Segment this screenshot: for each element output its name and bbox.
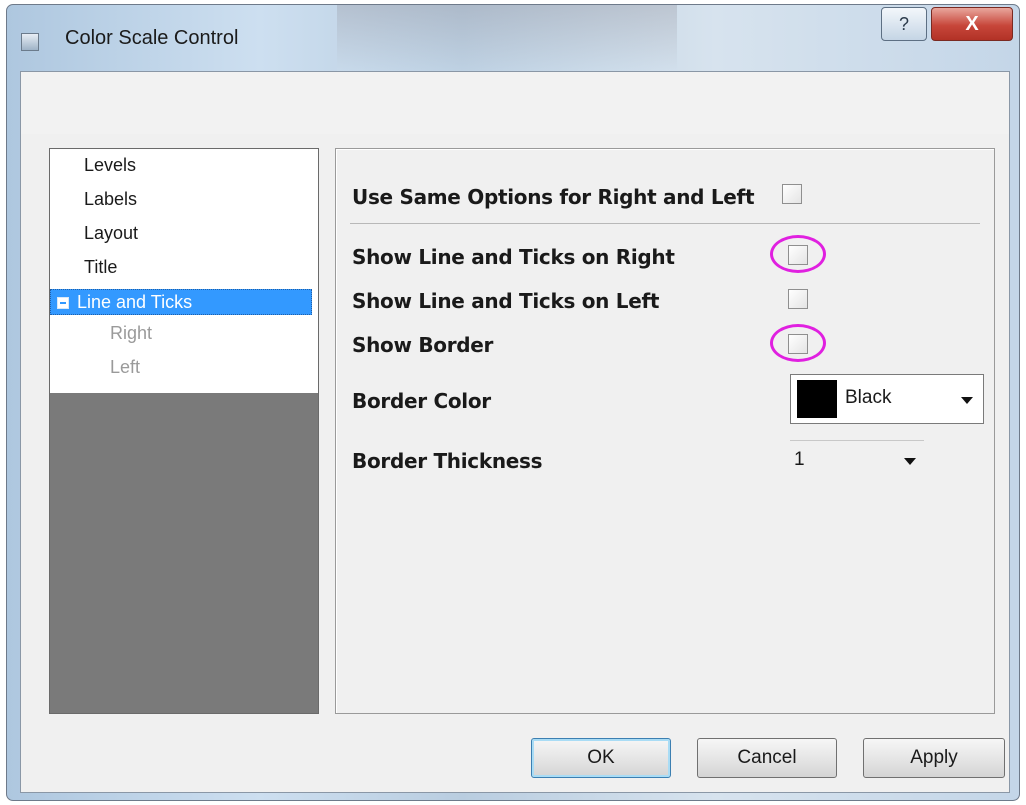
- border-color-dropdown[interactable]: Black: [790, 374, 984, 424]
- border-thickness-dropdown[interactable]: 1: [790, 440, 924, 482]
- color-scale-control-window: Color Scale Control ? X Levels Labels La…: [6, 4, 1020, 801]
- ok-button[interactable]: OK: [531, 738, 671, 778]
- border-color-label: Border Color: [352, 389, 491, 413]
- title-bar-background: [337, 5, 677, 71]
- apply-button[interactable]: Apply: [863, 738, 1005, 778]
- same-options-label: Use Same Options for Right and Left: [352, 185, 755, 209]
- dialog-client-area: Levels Labels Layout Title Line and Tick…: [20, 71, 1010, 793]
- tree-item-label: Line and Ticks: [77, 292, 193, 312]
- close-button[interactable]: X: [931, 7, 1013, 41]
- window-title: Color Scale Control: [65, 27, 239, 49]
- show-right-label: Show Line and Ticks on Right: [352, 245, 675, 269]
- tree-item-labels[interactable]: Labels: [84, 189, 137, 210]
- tree-item-line-and-ticks[interactable]: Line and Ticks: [50, 289, 312, 315]
- cancel-button[interactable]: Cancel: [697, 738, 837, 778]
- tree-item-right[interactable]: Right: [110, 323, 152, 344]
- color-swatch: [797, 380, 837, 418]
- show-border-label: Show Border: [352, 333, 494, 357]
- show-left-checkbox[interactable]: [788, 289, 808, 309]
- border-color-value: Black: [845, 387, 892, 408]
- tree-item-levels[interactable]: Levels: [84, 155, 136, 176]
- minus-box-icon[interactable]: [57, 297, 69, 309]
- help-button[interactable]: ?: [881, 7, 927, 41]
- triangle-down-icon[interactable]: [904, 458, 916, 465]
- border-thickness-label: Border Thickness: [352, 449, 543, 473]
- tree-list: Levels Labels Layout Title Line and Tick…: [50, 149, 318, 393]
- top-band: [21, 72, 1009, 134]
- options-panel: Use Same Options for Right and Left Show…: [335, 148, 995, 714]
- show-left-label: Show Line and Ticks on Left: [352, 289, 660, 313]
- border-thickness-value: 1: [794, 449, 805, 470]
- highlight-ring-annotation: [770, 235, 826, 273]
- tree-item-title[interactable]: Title: [84, 257, 117, 278]
- same-options-checkbox[interactable]: [782, 184, 802, 204]
- window-icon: [21, 33, 39, 51]
- tree-item-layout[interactable]: Layout: [84, 223, 138, 244]
- tree-item-left[interactable]: Left: [110, 357, 140, 378]
- title-bar[interactable]: Color Scale Control ? X: [7, 5, 1019, 71]
- highlight-ring-annotation: [770, 324, 826, 362]
- triangle-down-icon[interactable]: [961, 397, 973, 404]
- divider: [350, 223, 980, 224]
- category-tree: Levels Labels Layout Title Line and Tick…: [49, 148, 319, 714]
